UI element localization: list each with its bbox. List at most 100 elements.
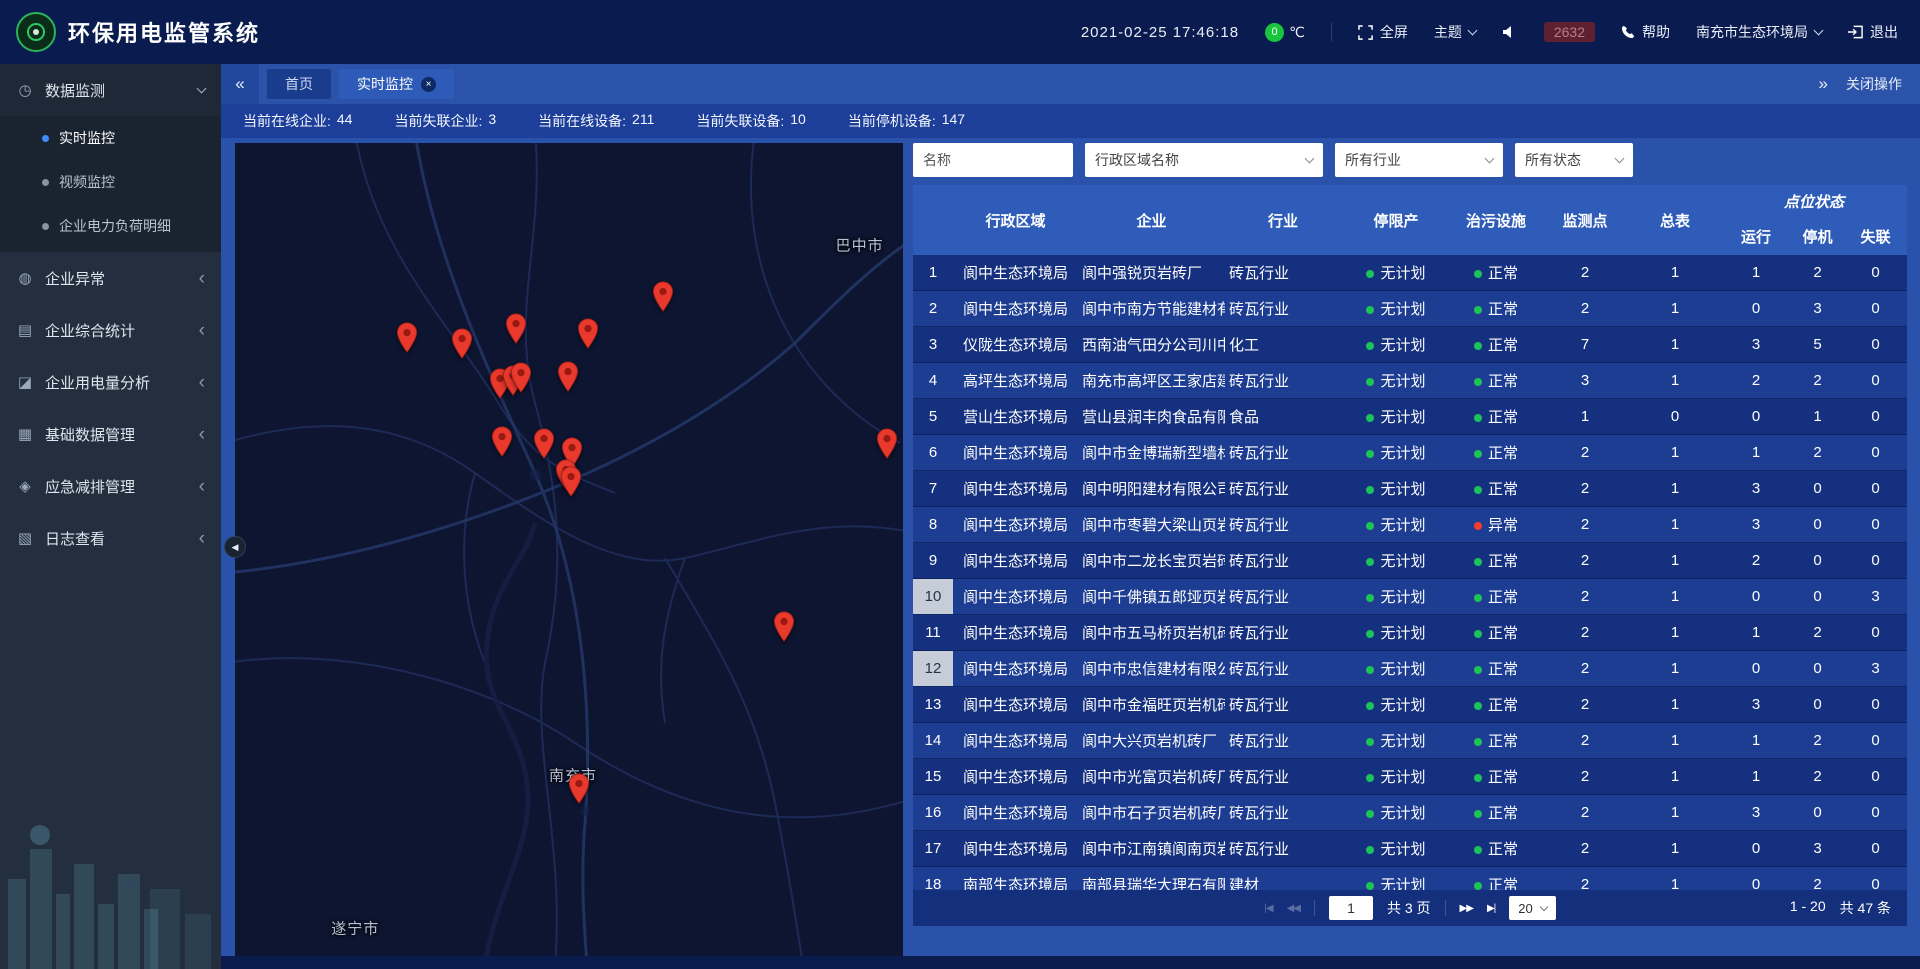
cell-pollution-facility: 正常 (1451, 370, 1541, 391)
tab-scroll-left-button[interactable]: « (221, 64, 259, 104)
last-page-button[interactable]: ▶| (1487, 903, 1495, 914)
table-row[interactable]: 1阆中生态环境局阆中强锐页岩砖厂砖瓦行业无计划正常21120 (913, 255, 1907, 291)
sidebar-item-emergency-reduction[interactable]: ◈ 应急减排管理 ‹ (0, 460, 221, 512)
map-panel[interactable]: 巴中市南充市遂宁市 ◀ (235, 143, 903, 956)
table-row[interactable]: 15阆中生态环境局阆中市光富页岩机砖厂砖瓦行业无计划正常21120 (913, 759, 1907, 795)
tab-close-icon[interactable]: × (421, 77, 436, 92)
tab-scroll-right-button[interactable]: » (1819, 74, 1828, 94)
map-pin[interactable] (533, 428, 555, 464)
sidebar-item-enterprise-statistics[interactable]: ▤ 企业综合统计 ‹ (0, 304, 221, 356)
table-row[interactable]: 4高坪生态环境局南充市高坪区王家店建砖瓦行业无计划正常31220 (913, 363, 1907, 399)
cell-run-count: 3 (1721, 696, 1791, 713)
industry-select[interactable]: 所有行业 (1335, 143, 1503, 177)
map-pin[interactable] (568, 773, 590, 809)
cell-run-count: 1 (1721, 444, 1791, 461)
table-row[interactable]: 3仪陇生态环境局西南油气田分公司川中化工无计划正常71350 (913, 327, 1907, 363)
cell-pollution-facility: 正常 (1451, 262, 1541, 283)
map-pin[interactable] (560, 466, 582, 502)
cell-run-count: 0 (1721, 840, 1791, 857)
map-pin[interactable] (652, 281, 674, 317)
chevron-down-icon (1539, 902, 1547, 910)
cell-stop-count: 5 (1791, 336, 1844, 353)
table-row[interactable]: 18南部生态环境局南部县瑞华大理石有限建材无计划正常21020 (913, 867, 1907, 890)
sidebar-subitem-video-monitor[interactable]: 视频监控 (0, 160, 221, 204)
name-search-input[interactable] (913, 143, 1073, 177)
cell-total-meter: 1 (1629, 840, 1721, 857)
sidebar-item-base-data[interactable]: ▦ 基础数据管理 ‹ (0, 408, 221, 460)
page-size-select[interactable]: 20 (1509, 896, 1555, 920)
theme-dropdown[interactable]: 主题 (1434, 22, 1476, 42)
map-pin[interactable] (491, 426, 513, 462)
sidebar-subitem-realtime-monitor[interactable]: 实时监控 (0, 116, 221, 160)
table-row[interactable]: 17阆中生态环境局阆中市江南镇阆南页岩砖瓦行业无计划正常21030 (913, 831, 1907, 867)
table-row[interactable]: 16阆中生态环境局阆中市石子页岩机砖厂砖瓦行业无计划正常21300 (913, 795, 1907, 831)
logout-button[interactable]: 退出 (1848, 22, 1898, 42)
map-pin[interactable] (876, 428, 898, 464)
status-dot (1366, 558, 1374, 566)
cell-limit-production: 无计划 (1341, 622, 1451, 643)
first-page-button[interactable]: |◀ (1264, 903, 1272, 914)
sidebar-subitem-power-load-detail[interactable]: 企业电力负荷明细 (0, 204, 221, 248)
collapse-panel-button[interactable]: ◀ (224, 536, 246, 558)
speaker-button[interactable] (1502, 25, 1518, 39)
map-pin[interactable] (451, 328, 473, 364)
table-row[interactable]: 7阆中生态环境局阆中明阳建材有限公司砖瓦行业无计划正常21300 (913, 471, 1907, 507)
cell-monitor-points: 2 (1541, 768, 1629, 785)
cell-industry: 食品 (1225, 406, 1341, 427)
cell-stop-count: 2 (1791, 264, 1844, 281)
map-pin[interactable] (773, 611, 795, 647)
status-dot (1366, 450, 1374, 458)
fullscreen-button[interactable]: 全屏 (1358, 22, 1408, 42)
sidebar-item-enterprise-abnormal[interactable]: ◍ 企业异常 ‹ (0, 252, 221, 304)
table-row[interactable]: 8阆中生态环境局阆中市枣碧大梁山页岩砖瓦行业无计划异常21300 (913, 507, 1907, 543)
table-row[interactable]: 5营山生态环境局营山县润丰肉食品有限食品无计划正常10010 (913, 399, 1907, 435)
status-select-value: 所有状态 (1525, 150, 1581, 170)
cell-limit-production: 无计划 (1341, 442, 1451, 463)
org-dropdown[interactable]: 南充市生态环境局 (1696, 22, 1822, 42)
table-row[interactable]: 12阆中生态环境局阆中市忠信建材有限公砖瓦行业无计划正常21003 (913, 651, 1907, 687)
table-row[interactable]: 9阆中生态环境局阆中市二龙长宝页岩砖砖瓦行业无计划正常21200 (913, 543, 1907, 579)
sidebar-item-power-analysis[interactable]: ◪ 企业用电量分析 ‹ (0, 356, 221, 408)
map-pin[interactable] (577, 318, 599, 354)
cell-industry: 砖瓦行业 (1225, 766, 1341, 787)
status-text: 无计划 (1380, 661, 1425, 678)
region-select[interactable]: 行政区域名称 (1085, 143, 1323, 177)
table-row[interactable]: 11阆中生态环境局阆中市五马桥页岩机砖砖瓦行业无计划正常21120 (913, 615, 1907, 651)
map-pin[interactable] (505, 313, 527, 349)
sidebar-item-label: 企业用电量分析 (45, 372, 150, 393)
cell-row-number: 7 (913, 480, 953, 497)
table-row[interactable]: 10阆中生态环境局阆中千佛镇五郎垭页岩砖瓦行业无计划正常21003 (913, 579, 1907, 615)
cell-row-number: 16 (913, 804, 953, 821)
map-pin[interactable] (396, 322, 418, 358)
cell-limit-production: 无计划 (1341, 586, 1451, 607)
sidebar-item-data-monitor[interactable]: ◷ 数据监测 (0, 64, 221, 116)
chevron-left-icon: ‹ (199, 529, 205, 548)
sidebar-item-log-view[interactable]: ▧ 日志查看 ‹ (0, 512, 221, 564)
notification-count-badge[interactable]: 2632 (1544, 22, 1595, 42)
cell-region: 阆中生态环境局 (953, 766, 1078, 787)
table-row[interactable]: 6阆中生态环境局阆中市金博瑞新型墙材砖瓦行业无计划正常21120 (913, 435, 1907, 471)
tab-realtime-monitor[interactable]: 实时监控 × (339, 69, 454, 99)
cell-company: 阆中市枣碧大梁山页岩 (1078, 514, 1225, 535)
cell-limit-production: 无计划 (1341, 550, 1451, 571)
status-text: 正常 (1488, 553, 1518, 570)
table-row[interactable]: 13阆中生态环境局阆中市金福旺页岩机砖砖瓦行业无计划正常21300 (913, 687, 1907, 723)
close-operations-button[interactable]: 关闭操作 (1846, 74, 1902, 94)
page-number-input[interactable] (1329, 896, 1373, 920)
tab-bar: « 首页 实时监控 × » 关闭操作 (221, 64, 1920, 104)
emergency-icon: ◈ (16, 477, 34, 495)
next-page-button[interactable]: ▶▶ (1460, 903, 1473, 914)
prev-page-button[interactable]: ◀◀ (1287, 903, 1300, 914)
cell-total-meter: 1 (1629, 336, 1721, 353)
table-row[interactable]: 2阆中生态环境局阆中市南方节能建材有砖瓦行业无计划正常21030 (913, 291, 1907, 327)
help-button[interactable]: 帮助 (1621, 22, 1670, 42)
map-pin[interactable] (557, 361, 579, 397)
status-select[interactable]: 所有状态 (1515, 143, 1633, 177)
cell-lost-count: 0 (1844, 516, 1907, 533)
tab-home[interactable]: 首页 (267, 69, 331, 99)
cell-company: 阆中市石子页岩机砖厂 (1078, 802, 1225, 823)
map-pin[interactable] (510, 362, 532, 398)
chevron-down-icon (197, 84, 207, 94)
cell-industry: 化工 (1225, 334, 1341, 355)
table-row[interactable]: 14阆中生态环境局阆中大兴页岩机砖厂砖瓦行业无计划正常21120 (913, 723, 1907, 759)
